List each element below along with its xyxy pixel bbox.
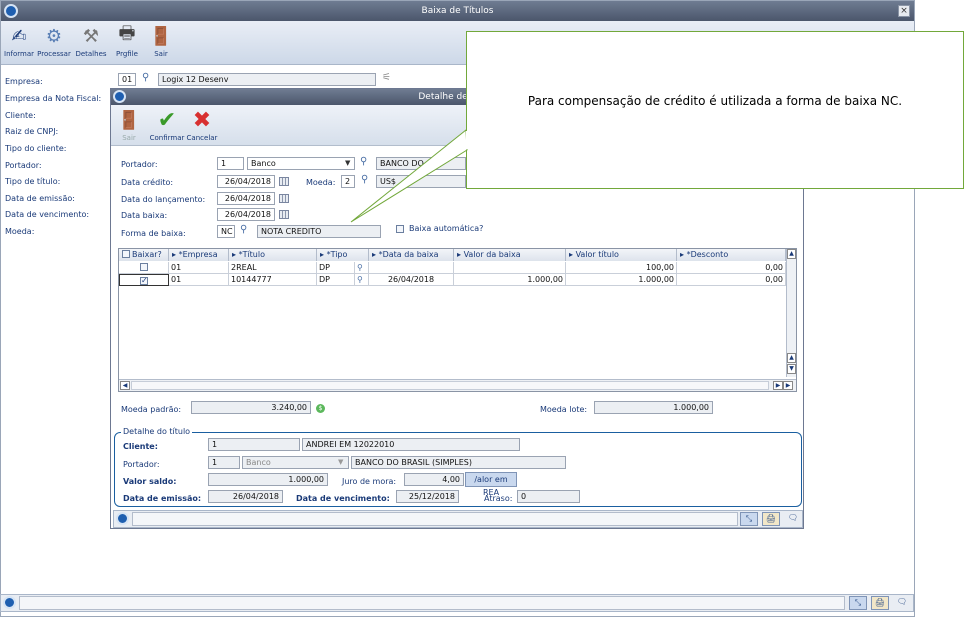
main-statusbar: ⤡ 🖨 🗨: [0, 594, 914, 612]
callout-pointer: [350, 128, 468, 223]
resize-icon[interactable]: ⤡: [849, 596, 867, 610]
chat-icon[interactable]: 🗨: [893, 596, 911, 610]
print-icon[interactable]: 🖨: [871, 596, 889, 610]
status-logo-icon: [3, 596, 16, 609]
status-message: [19, 596, 845, 610]
